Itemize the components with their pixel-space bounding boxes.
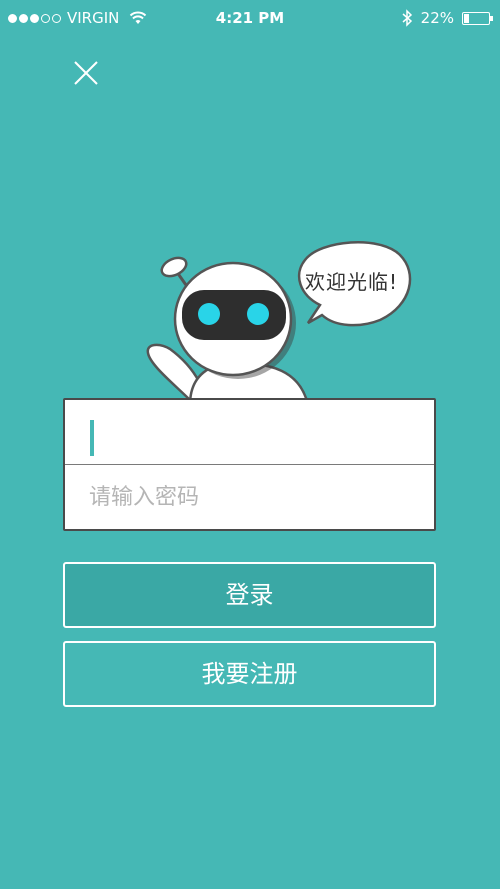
status-right: 22% — [401, 9, 493, 27]
close-button[interactable] — [66, 53, 106, 93]
login-form — [63, 398, 436, 531]
bluetooth-icon — [402, 9, 412, 27]
battery-percent: 22% — [420, 9, 454, 27]
robot-visor — [182, 290, 286, 340]
username-field[interactable] — [65, 400, 434, 465]
password-field[interactable] — [65, 465, 434, 530]
robot-eye-left — [198, 303, 220, 325]
robot-mascot — [146, 241, 412, 405]
speech-bubble-text: 欢迎光临! — [305, 270, 399, 294]
username-input[interactable] — [89, 400, 409, 464]
robot-antenna — [160, 256, 188, 286]
register-button[interactable]: 我要注册 — [63, 641, 436, 707]
status-bar: VIRGIN 4:21 PM 22% — [0, 0, 500, 36]
close-icon — [74, 61, 98, 85]
robot-eye-right — [247, 303, 269, 325]
battery-icon — [462, 11, 493, 25]
login-button[interactable]: 登录 — [63, 562, 436, 628]
password-input[interactable] — [89, 465, 409, 530]
